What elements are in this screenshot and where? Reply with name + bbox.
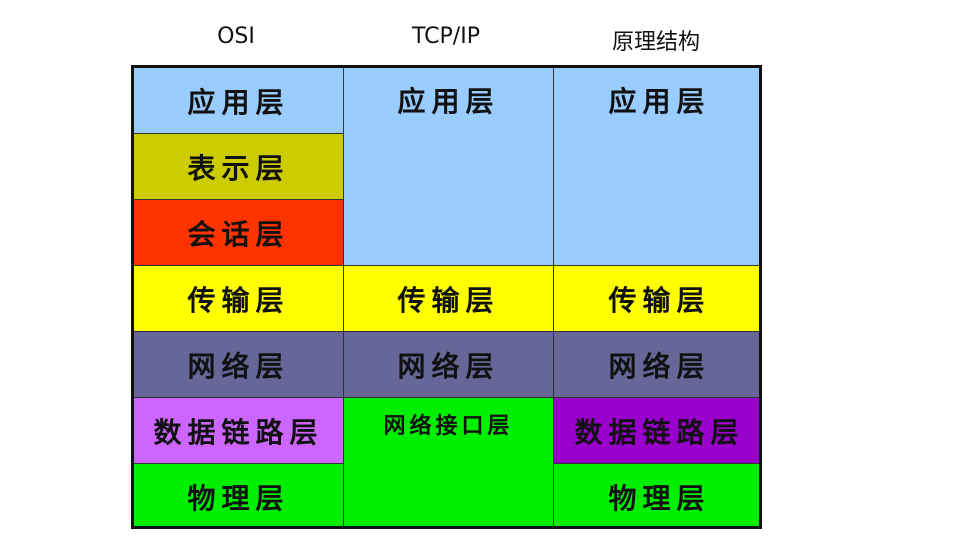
principle-transport-layer: 传输层	[554, 266, 759, 332]
osi-transport-layer: 传输层	[134, 266, 344, 332]
header-tcpip: TCP/IP	[412, 24, 480, 49]
osi-network-layer: 网络层	[134, 332, 344, 398]
network-model-diagram: OSI TCP/IP 原理结构 应用层 表示层 会话层 传输层 网络层 数据链路…	[0, 0, 960, 549]
principle-application-layer: 应用层	[554, 68, 759, 266]
tcpip-transport-layer: 传输层	[344, 266, 554, 332]
tcpip-application-layer: 应用层	[344, 68, 554, 266]
tcpip-network-layer: 网络层	[344, 332, 554, 398]
header-osi: OSI	[217, 24, 255, 49]
osi-presentation-layer: 表示层	[134, 134, 344, 200]
principle-network-layer: 网络层	[554, 332, 759, 398]
osi-application-layer: 应用层	[134, 68, 344, 134]
tcpip-network-interface-layer: 网络接口层	[344, 398, 554, 526]
osi-session-layer: 会话层	[134, 200, 344, 266]
osi-datalink-layer: 数据链路层	[134, 398, 344, 464]
osi-physical-layer: 物理层	[134, 464, 344, 526]
principle-physical-layer: 物理层	[554, 464, 759, 526]
principle-datalink-layer: 数据链路层	[554, 398, 759, 464]
header-principle: 原理结构	[611, 30, 700, 55]
layer-table: 应用层 表示层 会话层 传输层 网络层 数据链路层 物理层 应用层 传输层 网络…	[131, 65, 762, 529]
